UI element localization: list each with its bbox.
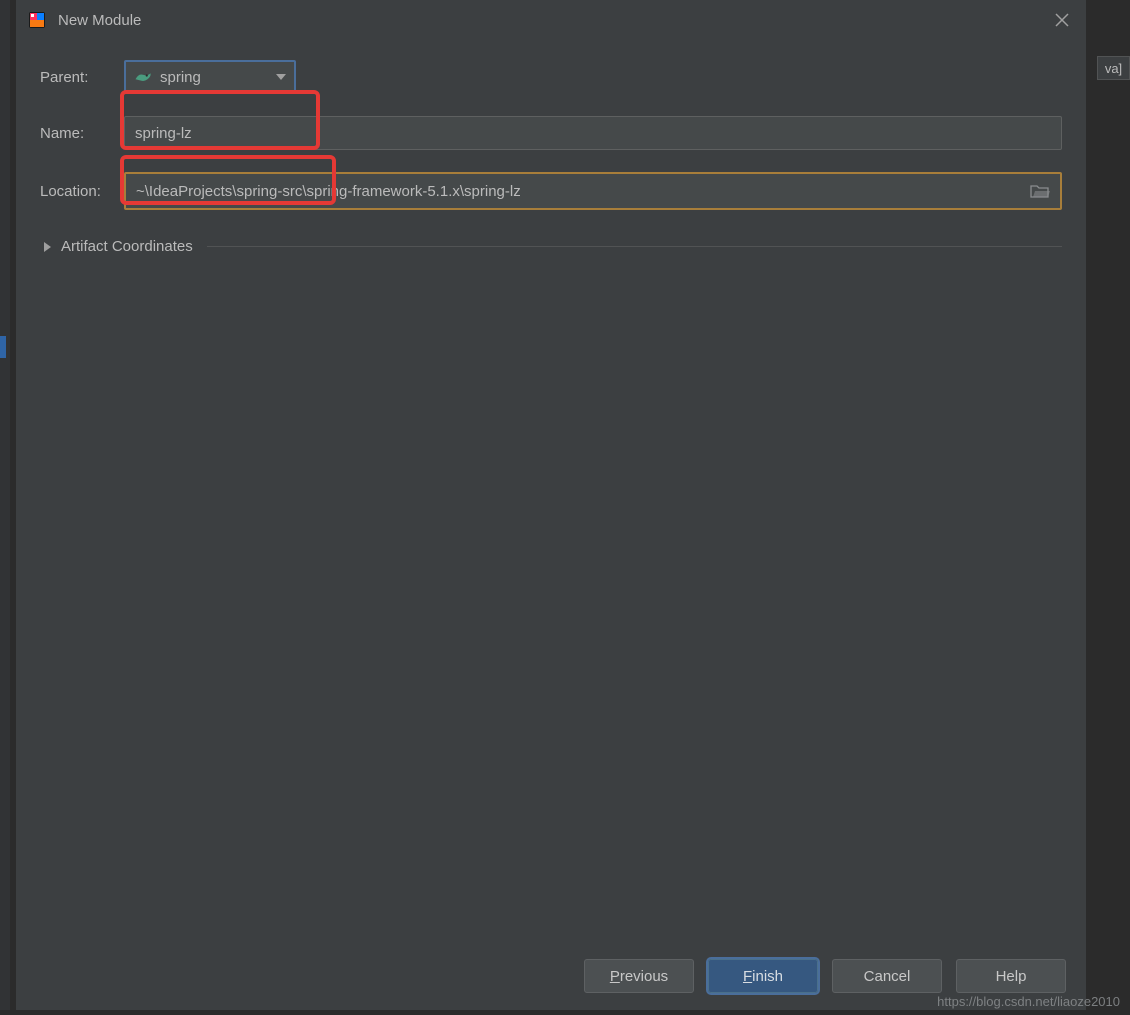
background-editor-area: [1086, 0, 1130, 1015]
gradle-icon: [134, 70, 152, 84]
parent-dropdown[interactable]: spring: [124, 60, 296, 94]
cancel-button[interactable]: Cancel: [832, 959, 942, 993]
artifact-coordinates-expander[interactable]: Artifact Coordinates: [40, 238, 1062, 255]
background-left-sliver: [0, 0, 10, 1010]
parent-dropdown-value: spring: [160, 69, 276, 86]
background-tab-fragment: va]: [1097, 56, 1130, 80]
chevron-right-icon: [44, 242, 51, 252]
parent-label: Parent:: [40, 69, 124, 86]
name-label: Name:: [40, 125, 124, 142]
finish-button[interactable]: Finish: [708, 959, 818, 993]
dialog-title: New Module: [58, 12, 141, 29]
name-input[interactable]: [124, 116, 1062, 150]
location-field[interactable]: ~\IdeaProjects\spring-src\spring-framewo…: [124, 172, 1062, 210]
browse-folder-button[interactable]: [1030, 183, 1050, 199]
divider: [207, 246, 1062, 247]
background-selection-accent: [0, 336, 6, 358]
previous-button[interactable]: Previous: [584, 959, 694, 993]
dialog-content: Parent: spring Name: Location: ~\IdeaPro…: [16, 40, 1086, 942]
new-module-dialog: New Module Parent: spring: [16, 0, 1086, 1010]
location-value: ~\IdeaProjects\spring-src\spring-framewo…: [136, 183, 1030, 200]
close-button[interactable]: [1050, 8, 1074, 32]
dialog-button-bar: Previous Finish Cancel Help: [16, 942, 1086, 1010]
folder-open-icon: [1030, 183, 1050, 199]
watermark-text: https://blog.csdn.net/liaoze2010: [937, 994, 1120, 1009]
dialog-titlebar: New Module: [16, 0, 1086, 40]
close-icon: [1055, 13, 1069, 27]
chevron-down-icon: [276, 74, 286, 80]
location-row: Location: ~\IdeaProjects\spring-src\spri…: [40, 172, 1062, 210]
artifact-coordinates-label: Artifact Coordinates: [61, 238, 193, 255]
name-row: Name:: [40, 116, 1062, 150]
location-label: Location:: [40, 183, 124, 200]
help-button[interactable]: Help: [956, 959, 1066, 993]
parent-row: Parent: spring: [40, 60, 1062, 94]
intellij-icon: [28, 11, 46, 29]
